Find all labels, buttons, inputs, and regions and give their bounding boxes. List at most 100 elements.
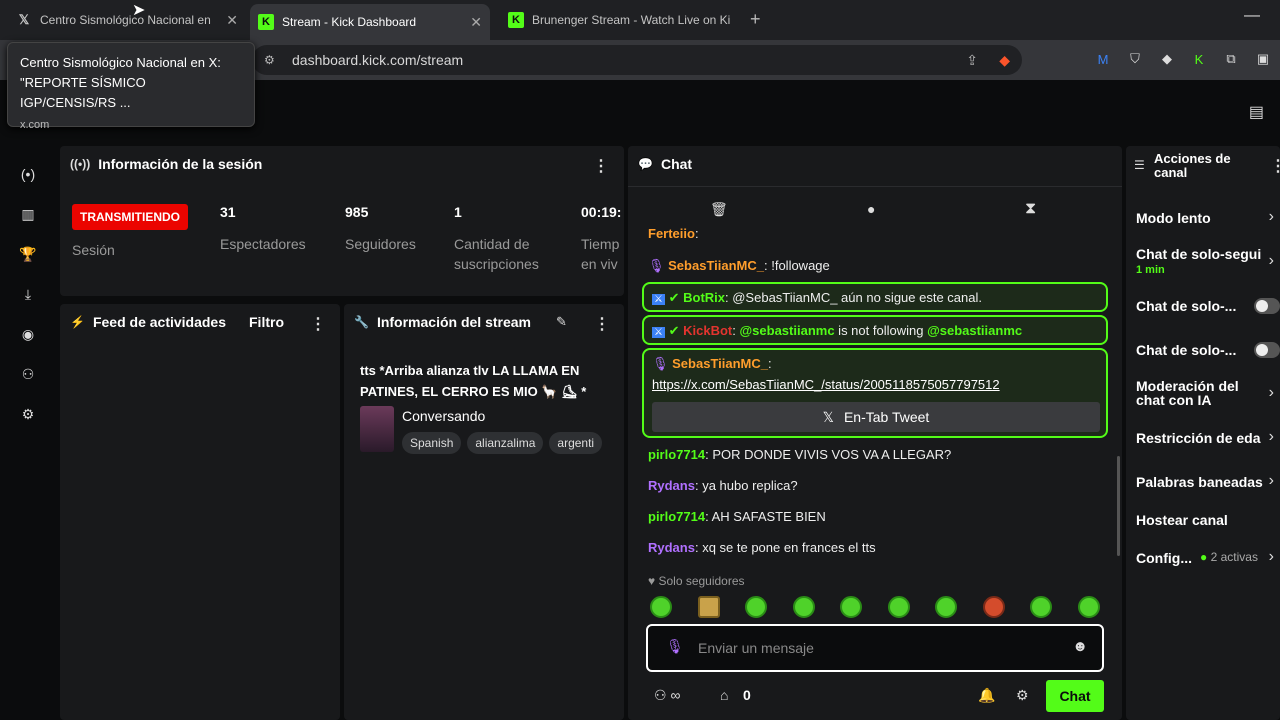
mention[interactable]: @sebastiianmc [927,323,1022,338]
layout-icon[interactable]: ▤ [1249,102,1264,122]
chat-text: : POR DONDE VIVIS VOS VA A LLEGAR? [705,447,952,462]
hourglass-icon[interactable]: ⧗ [1025,200,1036,218]
chevron-right-icon[interactable]: › [1269,472,1274,490]
chat-text: : [768,356,772,371]
emote-icon[interactable] [745,596,767,618]
emote-icon[interactable] [793,596,815,618]
chat-username[interactable]: KickBot [683,323,732,338]
kick-extension-icon[interactable]: K [1190,50,1208,68]
slow-mode-item[interactable]: Modo lento [1136,210,1211,226]
chat-input-field[interactable]: 🎙 Enviar un mensaje ☻ [646,624,1104,672]
store-icon[interactable]: ⌂ [720,687,728,703]
emote-icon[interactable] [1078,596,1100,618]
mic-icon[interactable]: 🎙 [666,638,684,655]
tab-brunenger[interactable]: K Brunenger Stream - Watch Live on Ki [500,5,740,35]
emote-icon[interactable] [1030,596,1052,618]
emoji-icon[interactable]: ☻ [1072,638,1088,655]
emote-icon[interactable] [650,596,672,618]
minimize-icon[interactable]: — [1244,7,1260,25]
edit-pencil-icon[interactable]: ✎ [556,314,567,330]
points-icon[interactable]: ⚇ ∞ [654,687,680,704]
bell-icon[interactable]: 🔔 [978,687,995,704]
chat-link[interactable]: https://x.com/SebasTiianMC_/status/20051… [652,377,1000,392]
upload-icon[interactable]: ⤓ [18,284,38,304]
ai-moderation-item[interactable]: Moderación del chat con IA [1136,379,1239,407]
emotes-only-toggle[interactable] [1254,342,1280,358]
diamond-icon[interactable]: ◆ [1158,50,1176,68]
tag-item[interactable]: alianzalima [467,432,544,454]
subs-only-item[interactable]: Chat de solo-... [1136,298,1236,314]
brave-shield-icon[interactable]: ◆ [999,52,1010,69]
share-icon[interactable]: ⇪ [966,52,978,69]
chat-username[interactable]: BotRix [683,290,725,305]
more-options-icon[interactable]: ⋮ [593,156,609,176]
tab-title: Stream - Kick Dashboard [282,15,417,29]
category-thumbnail[interactable] [360,406,394,452]
trash-icon[interactable]: 🗑 [710,201,728,218]
chat-username[interactable]: Rydans [648,540,695,555]
mention[interactable]: @sebastiianmc [740,323,835,338]
subs-label: Cantidad de [454,236,530,252]
host-channel-item[interactable]: Hostear canal [1136,512,1228,528]
new-tab-icon[interactable]: + [750,9,761,30]
category-name[interactable]: Conversando [402,408,485,424]
subs-only-toggle[interactable] [1254,298,1280,314]
chat-username[interactable]: Rydans [648,478,695,493]
more-options-icon[interactable]: ⋮ [310,314,326,334]
chat-username[interactable]: pirlo7714 [648,509,705,524]
chevron-right-icon[interactable]: › [1269,208,1274,226]
config-item[interactable]: Config... [1136,550,1192,566]
chat-text: : @SebasTiianMC_ aún no sigue este canal… [725,290,982,305]
emote-icon[interactable] [935,596,957,618]
stream-broadcast-icon[interactable]: (•) [18,164,38,184]
age-restriction-item[interactable]: Restricción de eda [1136,430,1261,446]
extension-m-icon[interactable]: M [1094,50,1112,68]
close-icon[interactable]: ✕ [470,14,482,31]
more-options-icon[interactable]: ⋮ [594,314,610,334]
site-settings-icon[interactable]: ⚙ [264,53,275,67]
filter-button[interactable]: Filtro [249,314,284,330]
chevron-right-icon[interactable]: › [1269,428,1274,446]
more-options-icon[interactable]: ⋮ [1270,156,1280,176]
chat-scrollbar[interactable] [1117,456,1120,556]
tag-item[interactable]: Spanish [402,432,462,454]
emote-icon[interactable] [840,596,862,618]
chat-message: pirlo7714: POR DONDE VIVIS VOS VA A LLEG… [648,447,951,462]
chat-username[interactable]: SebasTiianMC_ [672,356,768,371]
analytics-icon[interactable]: ▥ [18,204,38,224]
kick-logo-icon: K [508,12,524,28]
send-chat-button[interactable]: Chat [1046,680,1104,712]
tag-item[interactable]: argenti [549,432,603,454]
chat-username[interactable]: Ferteiio [648,226,695,241]
chat-username[interactable]: pirlo7714 [648,447,705,462]
puzzle-icon[interactable]: ⧉ [1222,50,1240,68]
emote-icon[interactable] [698,596,720,618]
reader-icon[interactable]: ▣ [1254,50,1272,68]
emotes-only-item[interactable]: Chat de solo-... [1136,342,1236,358]
chat-mode-indicator: ♥ Solo seguidores [648,574,745,588]
chat-text: : ya hubo replica? [694,478,798,493]
trophy-icon[interactable]: 🏆 [18,244,38,264]
shield-icon[interactable]: ⛉ [1126,50,1144,68]
config-status: ● 2 activas [1200,550,1258,564]
message-icon[interactable]: ● [867,201,875,217]
chat-username[interactable]: SebasTiianMC_ [668,258,764,273]
camera-icon[interactable]: ◉ [18,324,38,344]
chevron-right-icon[interactable]: › [1269,548,1274,566]
bot-badge-icon: ⚔ [652,327,665,338]
close-icon[interactable]: ✕ [226,12,238,29]
chat-settings-icon[interactable]: ⚙ [1016,687,1029,704]
users-icon[interactable]: ⚇ [18,364,38,384]
followers-only-item[interactable]: Chat de solo-segui [1136,246,1261,262]
tab-x[interactable]: 𝕏 Centro Sismológico Nacional en ✕ [8,5,246,35]
tab-kick-dashboard[interactable]: K Stream - Kick Dashboard ✕ [250,4,490,40]
chevron-right-icon[interactable]: › [1269,384,1274,402]
settings-gear-icon[interactable]: ⚙ [18,404,38,424]
emote-icon[interactable] [888,596,910,618]
time-label: Tiemp [581,236,620,252]
banned-words-item[interactable]: Palabras baneadas [1136,474,1263,490]
tweet-embed-button[interactable]: 𝕏 En-Tab Tweet [652,402,1100,432]
chevron-right-icon[interactable]: › [1269,252,1274,270]
url-field[interactable]: ⚙ dashboard.kick.com/stream ⇪ ◆ [252,45,1022,75]
emote-icon[interactable] [983,596,1005,618]
